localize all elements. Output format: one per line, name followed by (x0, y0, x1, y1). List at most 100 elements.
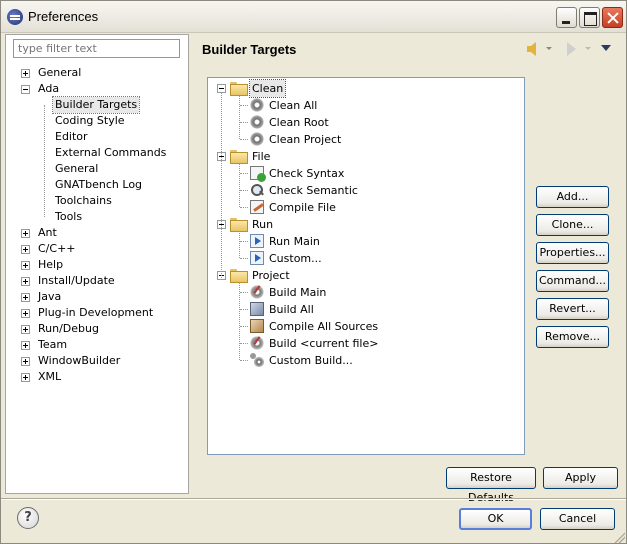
target-item-label: Check Semantic (269, 184, 358, 197)
target-item[interactable]: Custom... (208, 250, 508, 267)
tree-item[interactable]: Tools (6, 209, 188, 225)
expand-icon[interactable] (21, 357, 30, 366)
tree-item[interactable]: Toolchains (6, 193, 188, 209)
build-icon (250, 285, 264, 299)
expand-icon[interactable] (21, 341, 30, 350)
target-item[interactable]: Compile File (208, 199, 508, 216)
target-item[interactable]: Custom Build... (208, 352, 508, 369)
title-bar[interactable]: Preferences (1, 1, 626, 33)
tree-connector (240, 309, 248, 310)
target-item[interactable]: Clean Project (208, 131, 508, 148)
minimize-button[interactable] (556, 7, 577, 28)
restore-defaults-button[interactable]: Restore Defaults (446, 467, 536, 504)
close-button[interactable] (602, 7, 623, 28)
preference-tree-panel: General AdaBuilder TargetsCoding Style Edi… (5, 34, 189, 494)
tree-item[interactable]: WindowBuilder (6, 353, 188, 369)
back-arrow-icon[interactable] (527, 42, 536, 56)
tree-connector (239, 231, 240, 258)
expand-icon[interactable] (21, 69, 30, 78)
tree-item[interactable]: Editor (6, 129, 188, 145)
tree-item-label: Run/Debug (38, 322, 99, 335)
gear-icon (250, 98, 264, 112)
tree-item[interactable]: Team (6, 337, 188, 353)
tree-item[interactable]: Java (6, 289, 188, 305)
expand-icon[interactable] (21, 245, 30, 254)
tree-item-label: Toolchains (55, 194, 112, 207)
properties-button[interactable]: Properties... (536, 242, 609, 264)
add-button[interactable]: Add... (536, 186, 609, 208)
target-item[interactable]: Check Semantic (208, 182, 508, 199)
tree-item[interactable]: Run/Debug (6, 321, 188, 337)
forward-arrow-icon[interactable] (567, 42, 576, 56)
target-item-label: Custom Build... (269, 354, 353, 367)
tree-item-label: Editor (55, 130, 88, 143)
target-item[interactable]: Clean All (208, 97, 508, 114)
expand-icon[interactable] (21, 261, 30, 270)
tree-item[interactable]: General (6, 161, 188, 177)
tree-item[interactable]: Help (6, 257, 188, 273)
tree-item[interactable]: Builder Targets (6, 96, 188, 114)
apply-button[interactable]: Apply (543, 467, 618, 489)
ok-button[interactable]: OK (459, 508, 532, 530)
target-item[interactable]: Build Main (208, 284, 508, 301)
target-group[interactable]: Run (208, 216, 508, 233)
clone-button[interactable]: Clone... (536, 214, 609, 236)
tree-item[interactable]: Ant (6, 225, 188, 241)
target-item[interactable]: Run Main (208, 233, 508, 250)
eclipse-icon (7, 9, 23, 25)
tree-item[interactable]: General (6, 65, 188, 81)
revert-button[interactable]: Revert... (536, 298, 609, 320)
resize-grip-icon[interactable] (613, 531, 625, 543)
target-group-label: Project (252, 269, 290, 282)
target-item[interactable]: Check Syntax (208, 165, 508, 182)
run-icon (250, 234, 264, 248)
expand-icon[interactable] (21, 293, 30, 302)
remove-button[interactable]: Remove... (536, 326, 609, 348)
collapse-icon[interactable] (217, 84, 226, 93)
tree-item[interactable]: Ada (6, 81, 188, 97)
expand-icon[interactable] (21, 229, 30, 238)
view-menu-icon[interactable] (601, 45, 611, 51)
tree-item-label: External Commands (55, 146, 167, 159)
folder-icon (230, 150, 248, 164)
target-item[interactable]: Clean Root (208, 114, 508, 131)
maximize-button[interactable] (579, 7, 600, 28)
tree-item[interactable]: Install/Update (6, 273, 188, 289)
run-icon (250, 251, 264, 265)
build-all-icon (250, 302, 264, 316)
target-item[interactable]: Build <current file> (208, 335, 508, 352)
tree-connector (240, 326, 248, 327)
tree-item[interactable]: Coding Style (6, 113, 188, 129)
back-dropdown-icon[interactable] (546, 47, 552, 50)
expand-icon[interactable] (21, 309, 30, 318)
tree-item-label: Team (38, 338, 68, 351)
tree-item[interactable]: GNATbench Log (6, 177, 188, 193)
tree-item[interactable]: Plug-in Development (6, 305, 188, 321)
tree-connector (240, 292, 248, 293)
forward-dropdown-icon[interactable] (585, 47, 591, 50)
window-title: Preferences (28, 9, 99, 24)
filter-input[interactable] (13, 39, 180, 58)
tree-connector (221, 93, 222, 280)
target-item[interactable]: Build All (208, 301, 508, 318)
tree-connector (240, 258, 248, 259)
target-group[interactable]: File (208, 148, 508, 165)
command-button[interactable]: Command... (536, 270, 609, 292)
tree-connector (240, 343, 248, 344)
collapse-icon[interactable] (21, 85, 30, 94)
tree-item[interactable]: External Commands (6, 145, 188, 161)
target-item-label: Build <current file> (269, 337, 379, 350)
target-group-label: Clean (248, 79, 287, 98)
target-item[interactable]: Compile All Sources (208, 318, 508, 335)
help-icon[interactable]: ? (17, 507, 39, 529)
target-item-label: Build All (269, 303, 314, 316)
tree-connector (240, 105, 248, 106)
expand-icon[interactable] (21, 277, 30, 286)
cancel-button[interactable]: Cancel (540, 508, 615, 530)
tree-item[interactable]: XML (6, 369, 188, 385)
target-group[interactable]: Project (208, 267, 508, 284)
expand-icon[interactable] (21, 373, 30, 382)
tree-item[interactable]: C/C++ (6, 241, 188, 257)
expand-icon[interactable] (21, 325, 30, 334)
target-group[interactable]: Clean (208, 79, 508, 98)
